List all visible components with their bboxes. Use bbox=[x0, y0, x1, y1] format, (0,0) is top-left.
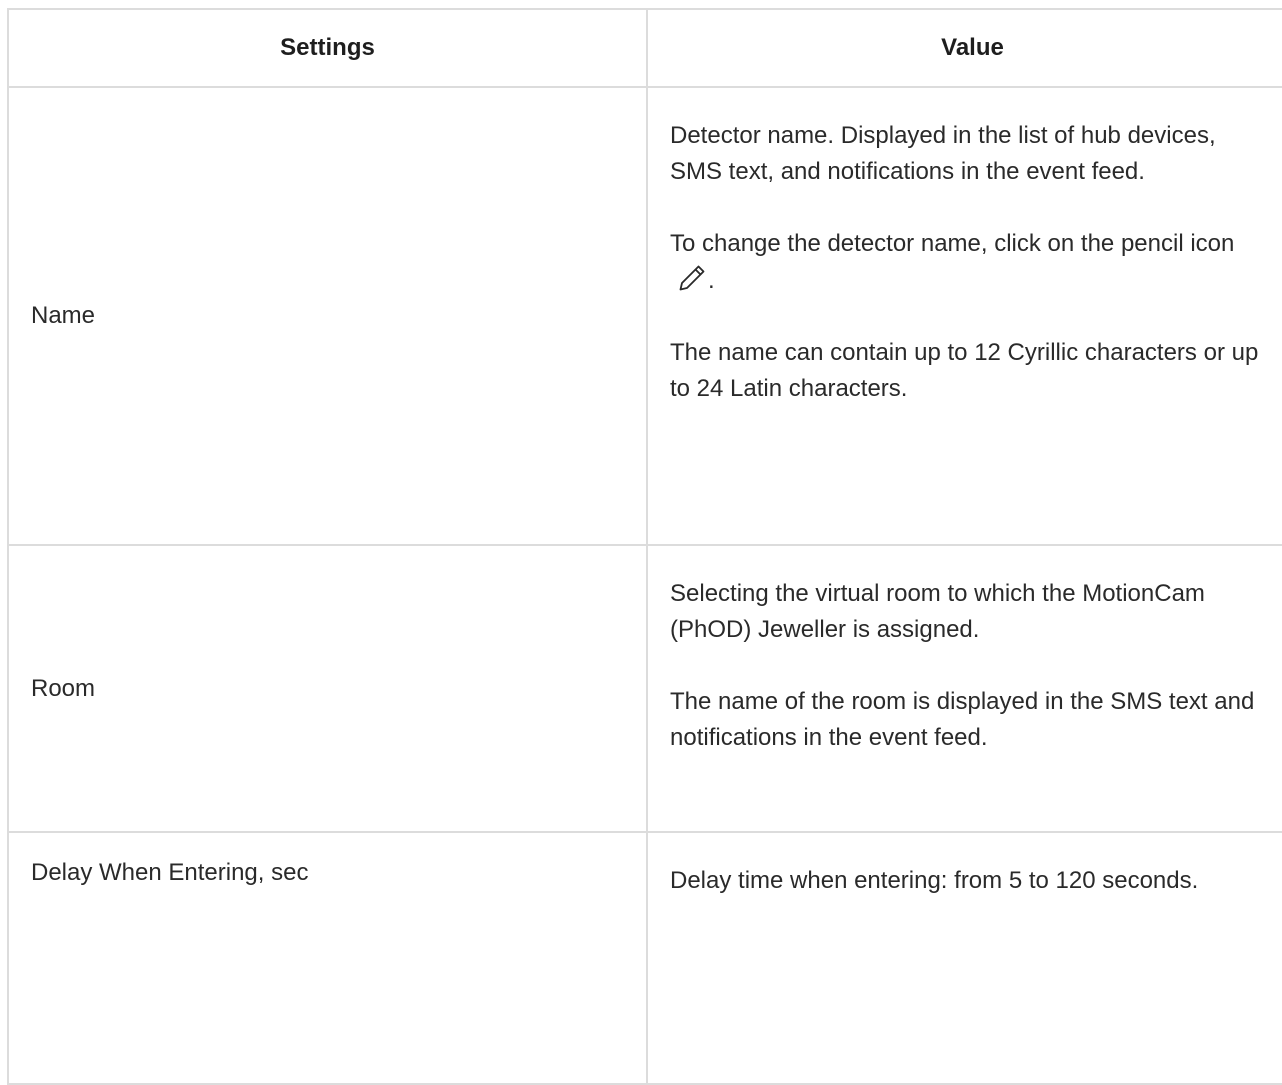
pencil-suffix: . bbox=[708, 267, 715, 294]
setting-room-cell: Room bbox=[7, 544, 648, 833]
value-paragraph-with-icon: To change the detector name, click on th… bbox=[670, 226, 1267, 299]
pencil-icon bbox=[676, 262, 708, 294]
value-paragraph: Selecting the virtual room to which the … bbox=[670, 580, 1205, 643]
value-paragraph: The name can contain up to 12 Cyrillic c… bbox=[670, 339, 1259, 402]
value-delay-cell: Delay time when entering: from 5 to 120 … bbox=[646, 831, 1282, 1085]
value-paragraph: Detector name. Displayed in the list of … bbox=[670, 122, 1216, 185]
header-value: Value bbox=[646, 8, 1282, 88]
value-paragraph: Delay time when entering: from 5 to 120 … bbox=[670, 867, 1199, 894]
settings-table: Settings Value Name Detector name. Displ… bbox=[7, 8, 1282, 1085]
header-row: Settings Value bbox=[7, 8, 1282, 88]
table-row-room: Room Selecting the virtual room to which… bbox=[7, 544, 1282, 833]
table-header: Settings Value bbox=[7, 8, 1282, 88]
setting-delay-cell: Delay When Entering, sec bbox=[7, 831, 648, 1085]
table-row-name: Name Detector name. Displayed in the lis… bbox=[7, 86, 1282, 546]
value-paragraph-text: To change the detector name, click on th… bbox=[670, 230, 1235, 257]
setting-name-cell: Name bbox=[7, 86, 648, 546]
value-room-cell: Selecting the virtual room to which the … bbox=[646, 544, 1282, 833]
value-paragraph: The name of the room is displayed in the… bbox=[670, 688, 1255, 751]
header-settings: Settings bbox=[7, 8, 648, 88]
value-name-cell: Detector name. Displayed in the list of … bbox=[646, 86, 1282, 546]
table-row-delay: Delay When Entering, sec Delay time when… bbox=[7, 831, 1282, 1085]
